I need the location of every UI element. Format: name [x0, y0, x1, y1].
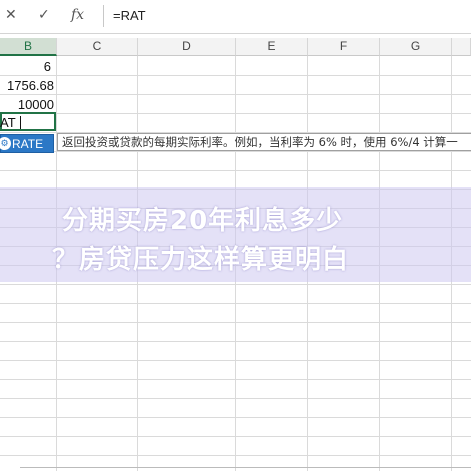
column-header-next[interactable] [452, 38, 471, 56]
cell-b-value[interactable]: 10000 [0, 97, 54, 112]
column-header-e[interactable]: E [236, 38, 308, 56]
grid-line [0, 455, 471, 456]
column-header-c[interactable]: C [57, 38, 138, 56]
cell-b-value[interactable]: 1756.68 [0, 78, 54, 93]
cell-b-value[interactable]: 6 [0, 59, 51, 74]
title-banner: 分期买房20年利息多少 ？房贷压力这样算更明白 [0, 187, 471, 282]
grid-line [0, 151, 471, 152]
grid-line [0, 303, 471, 304]
column-header-f[interactable]: F [308, 38, 380, 56]
grid-line [0, 398, 471, 399]
sheet-bottom-edge [20, 467, 471, 468]
active-cell-text: AT [0, 115, 16, 130]
active-cell[interactable]: AT [0, 112, 56, 131]
grid-line [0, 322, 471, 323]
grid-line [0, 113, 471, 114]
banner-line-2: ？房贷压力这样算更明白 [52, 245, 350, 275]
banner-line-1: 分期买房20年利息多少 [62, 206, 344, 236]
column-header-d[interactable]: D [138, 38, 236, 56]
formula-input[interactable]: =RAT [113, 8, 146, 23]
grid-line [0, 436, 471, 437]
grid-line [0, 417, 471, 418]
function-tooltip: 返回投资或贷款的每期实际利率。例如，当利率为 6% 时，使用 6%/4 计算一 [57, 133, 471, 151]
column-header-g[interactable]: G [380, 38, 452, 56]
grid-line [0, 94, 471, 95]
grid-line [0, 284, 471, 285]
function-name: RATE [12, 137, 44, 151]
function-tooltip-text: 返回投资或贷款的每期实际利率。例如，当利率为 6% 时，使用 6%/4 计算一 [62, 135, 458, 149]
function-autocomplete-item[interactable]: ⚙ RATE [0, 134, 54, 153]
formula-bar: ✕ ✓ fx =RAT [0, 0, 471, 34]
fx-icon[interactable]: fx [71, 7, 84, 23]
function-icon: ⚙ [0, 137, 11, 150]
check-icon[interactable]: ✓ [38, 7, 50, 23]
grid-line [0, 341, 471, 342]
close-icon[interactable]: ✕ [5, 7, 17, 23]
grid-line [0, 170, 471, 171]
grid-line [0, 75, 471, 76]
text-cursor [20, 116, 21, 129]
column-header-b[interactable]: B [0, 38, 57, 56]
grid-line [0, 379, 471, 380]
grid-line [0, 360, 471, 361]
formula-bar-divider [103, 5, 104, 27]
